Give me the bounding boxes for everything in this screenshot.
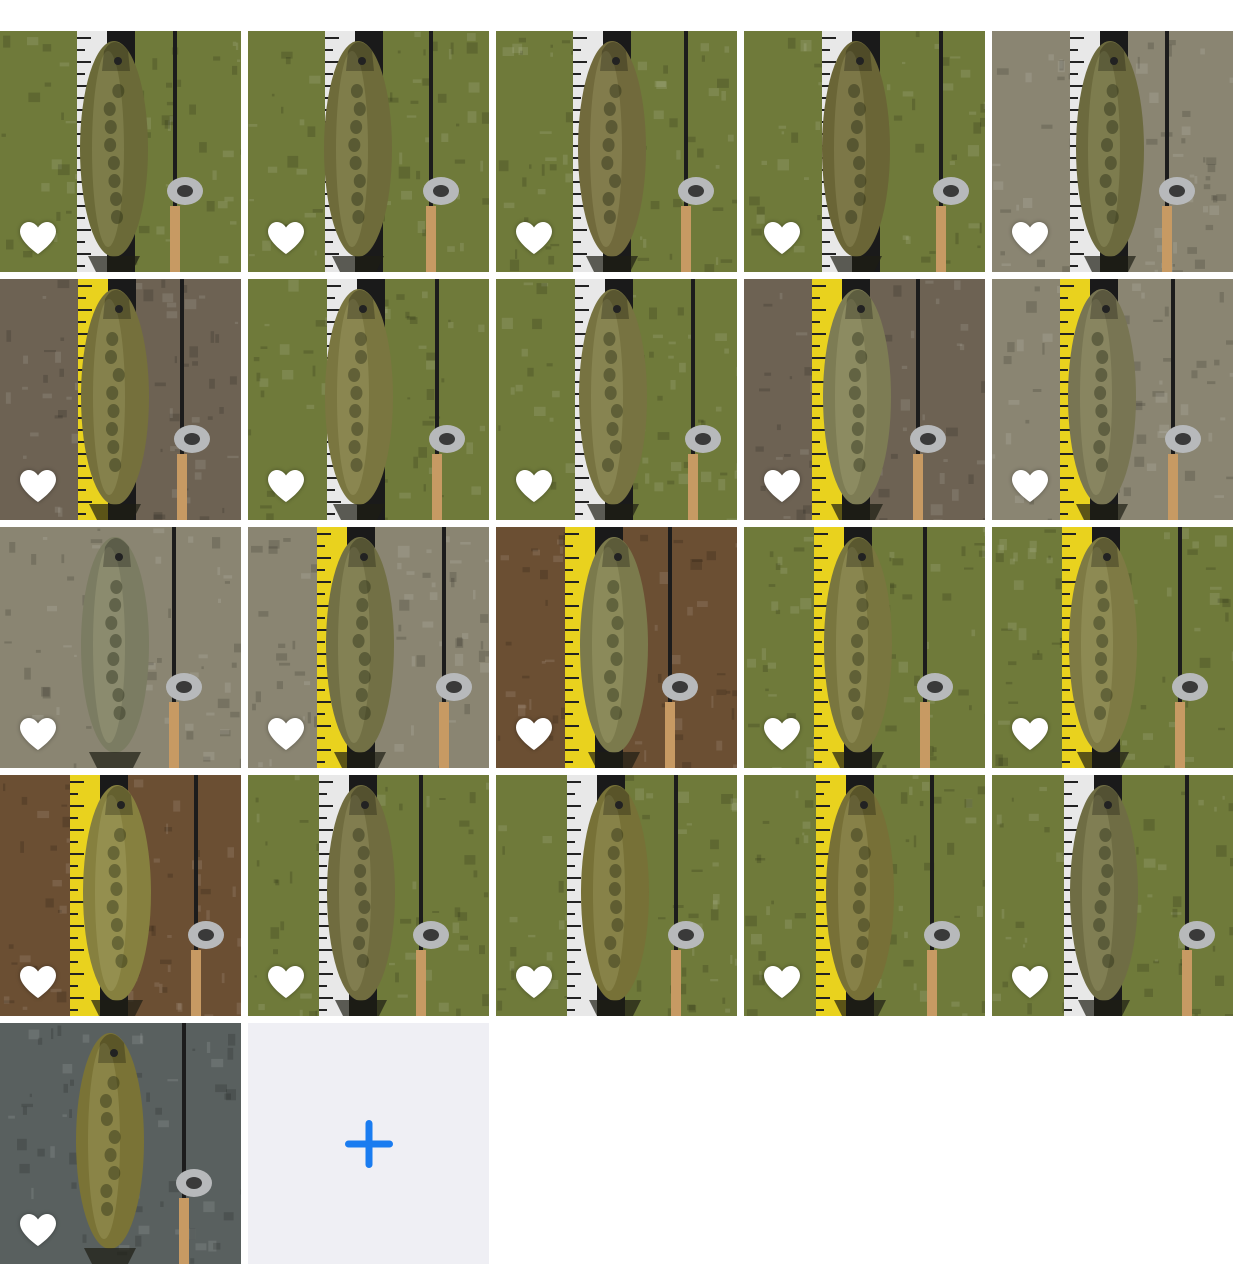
heart-icon[interactable]: [19, 717, 57, 751]
heart-icon[interactable]: [1011, 221, 1049, 255]
heart-icon[interactable]: [763, 469, 801, 503]
photo-thumbnail[interactable]: [496, 775, 737, 1016]
heart-icon[interactable]: [267, 469, 305, 503]
photo-thumbnail[interactable]: [992, 527, 1233, 768]
heart-icon[interactable]: [763, 965, 801, 999]
photo-thumbnail[interactable]: [0, 31, 241, 272]
photo-thumbnail[interactable]: [744, 279, 985, 520]
photo-thumbnail[interactable]: [248, 31, 489, 272]
heart-icon[interactable]: [515, 717, 553, 751]
heart-icon[interactable]: [19, 469, 57, 503]
photo-thumbnail[interactable]: [496, 31, 737, 272]
photo-thumbnail[interactable]: [744, 527, 985, 768]
photo-thumbnail[interactable]: [992, 279, 1233, 520]
heart-icon[interactable]: [267, 221, 305, 255]
heart-icon[interactable]: [1011, 717, 1049, 751]
photo-thumbnail[interactable]: [992, 775, 1233, 1016]
heart-icon[interactable]: [1011, 469, 1049, 503]
photo-thumbnail[interactable]: [248, 279, 489, 520]
heart-icon[interactable]: [515, 221, 553, 255]
photo-thumbnail[interactable]: [992, 31, 1233, 272]
photo-thumbnail[interactable]: [496, 527, 737, 768]
photo-thumbnail[interactable]: [0, 279, 241, 520]
photo-thumbnail[interactable]: [248, 527, 489, 768]
heart-icon[interactable]: [763, 717, 801, 751]
photo-thumbnail[interactable]: [744, 775, 985, 1016]
photo-thumbnail[interactable]: [496, 279, 737, 520]
heart-icon[interactable]: [515, 965, 553, 999]
photo-thumbnail[interactable]: [0, 1023, 241, 1264]
heart-icon[interactable]: [515, 469, 553, 503]
heart-icon[interactable]: [267, 717, 305, 751]
add-photo-button[interactable]: [248, 1023, 489, 1264]
heart-icon[interactable]: [19, 965, 57, 999]
plus-icon: [344, 1119, 393, 1168]
photo-thumbnail[interactable]: [744, 31, 985, 272]
heart-icon[interactable]: [267, 965, 305, 999]
heart-icon[interactable]: [19, 221, 57, 255]
photo-grid: [0, 0, 1234, 1280]
heart-icon[interactable]: [19, 1213, 57, 1247]
photo-thumbnail[interactable]: [248, 775, 489, 1016]
heart-icon[interactable]: [763, 221, 801, 255]
heart-icon[interactable]: [1011, 965, 1049, 999]
photo-thumbnail[interactable]: [0, 775, 241, 1016]
photo-thumbnail[interactable]: [0, 527, 241, 768]
